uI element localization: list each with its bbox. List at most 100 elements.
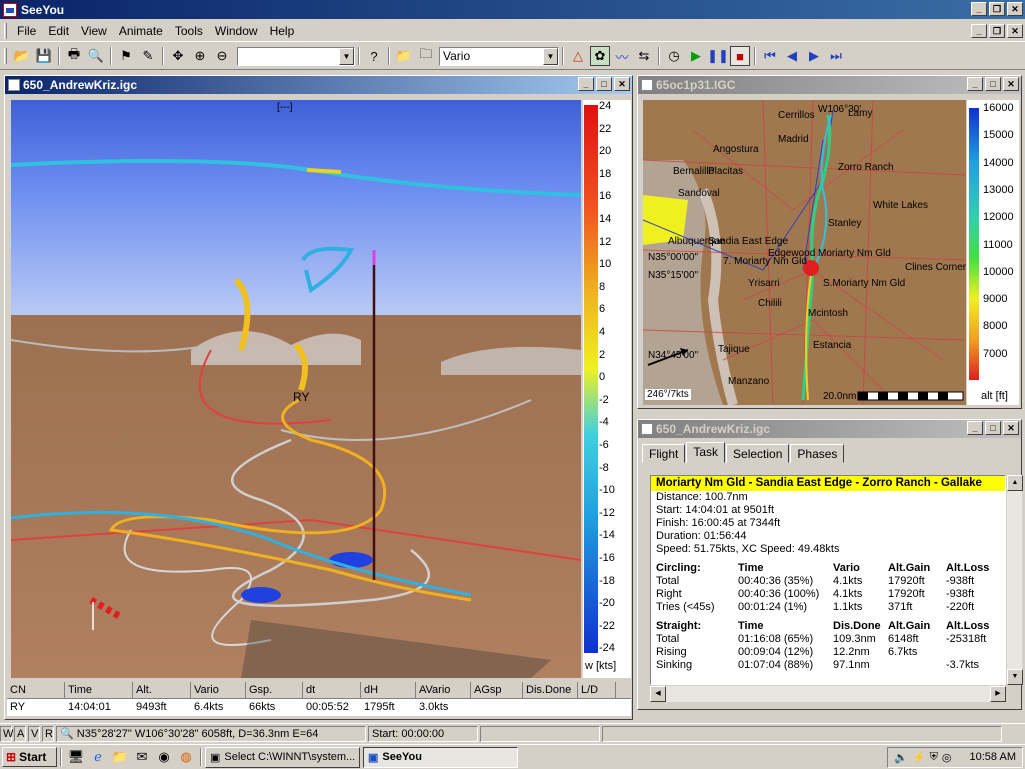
circling-cell: Total bbox=[656, 575, 680, 587]
mode-a[interactable]: A bbox=[14, 725, 26, 742]
next-icon[interactable]: ▶ bbox=[804, 46, 824, 66]
media-icon[interactable]: ◉ bbox=[154, 747, 174, 767]
scroll-left-icon[interactable]: ◀ bbox=[650, 686, 666, 702]
minimize-button[interactable]: _ bbox=[578, 77, 594, 91]
start-button[interactable]: ⊞ Start bbox=[2, 747, 57, 767]
play-icon[interactable]: ▶ bbox=[686, 46, 706, 66]
tab-selection[interactable]: Selection bbox=[726, 444, 790, 463]
clock-icon[interactable]: ◷ bbox=[664, 46, 684, 66]
task-title-bar[interactable]: 650_AndrewKriz.igc _ □ ✕ bbox=[638, 420, 1021, 438]
map-place-label: N34°45'00" bbox=[648, 350, 699, 361]
table-header-cell[interactable]: dt bbox=[303, 682, 361, 698]
antivirus-icon[interactable]: ⛨ bbox=[930, 751, 938, 764]
print-preview-icon[interactable]: 🔍 bbox=[86, 46, 106, 66]
table-header-cell[interactable]: Dis.Done bbox=[523, 682, 578, 698]
straight-cell: 109.3nm bbox=[833, 633, 876, 645]
save-icon[interactable]: 💾 bbox=[34, 46, 54, 66]
pan-icon[interactable]: ✥ bbox=[168, 46, 188, 66]
table-header-cell[interactable]: Vario bbox=[191, 682, 246, 698]
table-header-cell[interactable]: dH bbox=[361, 682, 416, 698]
folder-open-icon[interactable]: 📁 bbox=[394, 46, 414, 66]
chevron-down-icon[interactable]: ▼ bbox=[543, 47, 558, 65]
map-title-bar[interactable]: 65oc1p31.IGC _ □ ✕ bbox=[638, 76, 1021, 94]
vario-scale-label: 10 bbox=[599, 258, 612, 271]
task-scrollbar[interactable]: ▲ ▼ bbox=[1006, 475, 1023, 685]
open-icon[interactable]: 📂 bbox=[12, 46, 32, 66]
task-icon[interactable]: △ bbox=[568, 46, 588, 66]
tray-app-icon[interactable]: ◎ bbox=[942, 751, 952, 764]
table-header-cell[interactable]: Gsp. bbox=[246, 682, 303, 698]
task-hscrollbar[interactable]: ◀ ▶ bbox=[650, 686, 1006, 702]
zoom-in-icon[interactable]: ⊕ bbox=[190, 46, 210, 66]
menu-window[interactable]: Window bbox=[209, 24, 264, 38]
menu-edit[interactable]: Edit bbox=[42, 24, 75, 38]
desktop-icon[interactable]: 🖥 bbox=[66, 747, 86, 767]
outlook-icon[interactable]: ✉ bbox=[132, 747, 152, 767]
menu-view[interactable]: View bbox=[75, 24, 113, 38]
menu-file[interactable]: File bbox=[11, 24, 42, 38]
explorer-icon[interactable]: 📁 bbox=[110, 747, 130, 767]
first-icon[interactable]: ⏮ bbox=[760, 46, 780, 66]
minimize-button[interactable]: _ bbox=[967, 421, 983, 435]
maximize-button[interactable]: □ bbox=[596, 77, 612, 91]
table-header-cell[interactable]: CN bbox=[7, 682, 65, 698]
help-cursor-icon[interactable]: ? bbox=[364, 46, 384, 66]
table-header-cell[interactable]: L/D bbox=[578, 682, 616, 698]
menu-help[interactable]: Help bbox=[264, 24, 301, 38]
mdi-minimize-button[interactable]: _ bbox=[971, 24, 987, 38]
barogram-icon[interactable]: 〰 bbox=[612, 46, 632, 66]
scroll-right-icon[interactable]: ▶ bbox=[990, 686, 1006, 702]
circling-cell: Right bbox=[656, 588, 682, 600]
minimize-button[interactable]: _ bbox=[967, 77, 983, 91]
maximize-button[interactable]: □ bbox=[985, 77, 1001, 91]
taskbar-item-cmd[interactable]: ▣ Select C:\WINNT\system... bbox=[205, 746, 360, 768]
scroll-up-icon[interactable]: ▲ bbox=[1007, 475, 1023, 491]
close-button[interactable]: ✕ bbox=[1003, 421, 1019, 435]
flight-3d-title-bar[interactable]: 650_AndrewKriz.igc _ □ ✕ bbox=[5, 76, 632, 94]
mdi-close-button[interactable]: ✕ bbox=[1007, 24, 1023, 38]
pen-icon[interactable]: ✎ bbox=[138, 46, 158, 66]
minimize-button[interactable]: _ bbox=[971, 2, 987, 16]
tab-flight[interactable]: Flight bbox=[642, 444, 686, 463]
zoom-out-icon[interactable]: ⊖ bbox=[212, 46, 232, 66]
network-icon[interactable]: ⚡ bbox=[912, 751, 926, 764]
volume-icon[interactable]: 🔈 bbox=[894, 751, 908, 764]
close-button[interactable]: ✕ bbox=[614, 77, 630, 91]
folder-icon[interactable]: 🗀 bbox=[416, 46, 436, 66]
table-header-cell[interactable]: Time bbox=[65, 682, 133, 698]
last-icon[interactable]: ⏭ bbox=[826, 46, 846, 66]
zoom-combo[interactable]: ▼ bbox=[237, 46, 355, 66]
vario-combo[interactable]: Vario ▼ bbox=[439, 46, 559, 66]
more-icon[interactable]: ⇆ bbox=[634, 46, 654, 66]
flag-icon[interactable]: ⚑ bbox=[116, 46, 136, 66]
pause-icon[interactable]: ❚❚ bbox=[707, 46, 729, 66]
table-header-cell[interactable]: AGsp bbox=[471, 682, 523, 698]
ie-icon[interactable]: ℯ bbox=[88, 747, 108, 767]
mdi-restore-button[interactable]: ❐ bbox=[989, 24, 1005, 38]
tab-task[interactable]: Task bbox=[686, 442, 726, 463]
taskbar-item-seeyou[interactable]: ▣ SeeYou bbox=[363, 746, 518, 768]
chevron-down-icon[interactable]: ▼ bbox=[339, 47, 354, 65]
menu-animate[interactable]: Animate bbox=[113, 24, 169, 38]
table-header-cell[interactable]: Alt. bbox=[133, 682, 191, 698]
firefox-icon[interactable]: ◍ bbox=[176, 747, 196, 767]
map-view[interactable]: Cerrillos Lamy Madrid Angostura Bernalillo Pl… bbox=[643, 100, 966, 405]
prev-icon[interactable]: ◀ bbox=[782, 46, 802, 66]
mode-w[interactable]: W bbox=[0, 725, 13, 742]
table-row[interactable]: RY 14:04:01 9493ft 6.4kts 66kts 00:05:52 1795f… bbox=[7, 699, 631, 716]
maximize-button[interactable]: □ bbox=[985, 421, 1001, 435]
mode-r[interactable]: R bbox=[42, 725, 54, 742]
flight-3d-view[interactable]: [---] RY bbox=[11, 100, 581, 678]
close-button[interactable]: ✕ bbox=[1003, 77, 1019, 91]
map-icon[interactable]: ✿ bbox=[590, 46, 610, 66]
stop-icon[interactable]: ■ bbox=[730, 46, 750, 66]
close-button[interactable]: ✕ bbox=[1007, 2, 1023, 16]
tab-phases[interactable]: Phases bbox=[790, 444, 845, 463]
scroll-down-icon[interactable]: ▼ bbox=[1007, 669, 1023, 685]
mode-v[interactable]: V bbox=[28, 725, 40, 742]
print-icon[interactable]: 🖶 bbox=[64, 46, 84, 66]
table-header-cell[interactable]: AVario bbox=[416, 682, 471, 698]
menu-tools[interactable]: Tools bbox=[169, 24, 209, 38]
circling-header-cell: Circling: bbox=[656, 562, 701, 574]
restore-button[interactable]: ❐ bbox=[989, 2, 1005, 16]
